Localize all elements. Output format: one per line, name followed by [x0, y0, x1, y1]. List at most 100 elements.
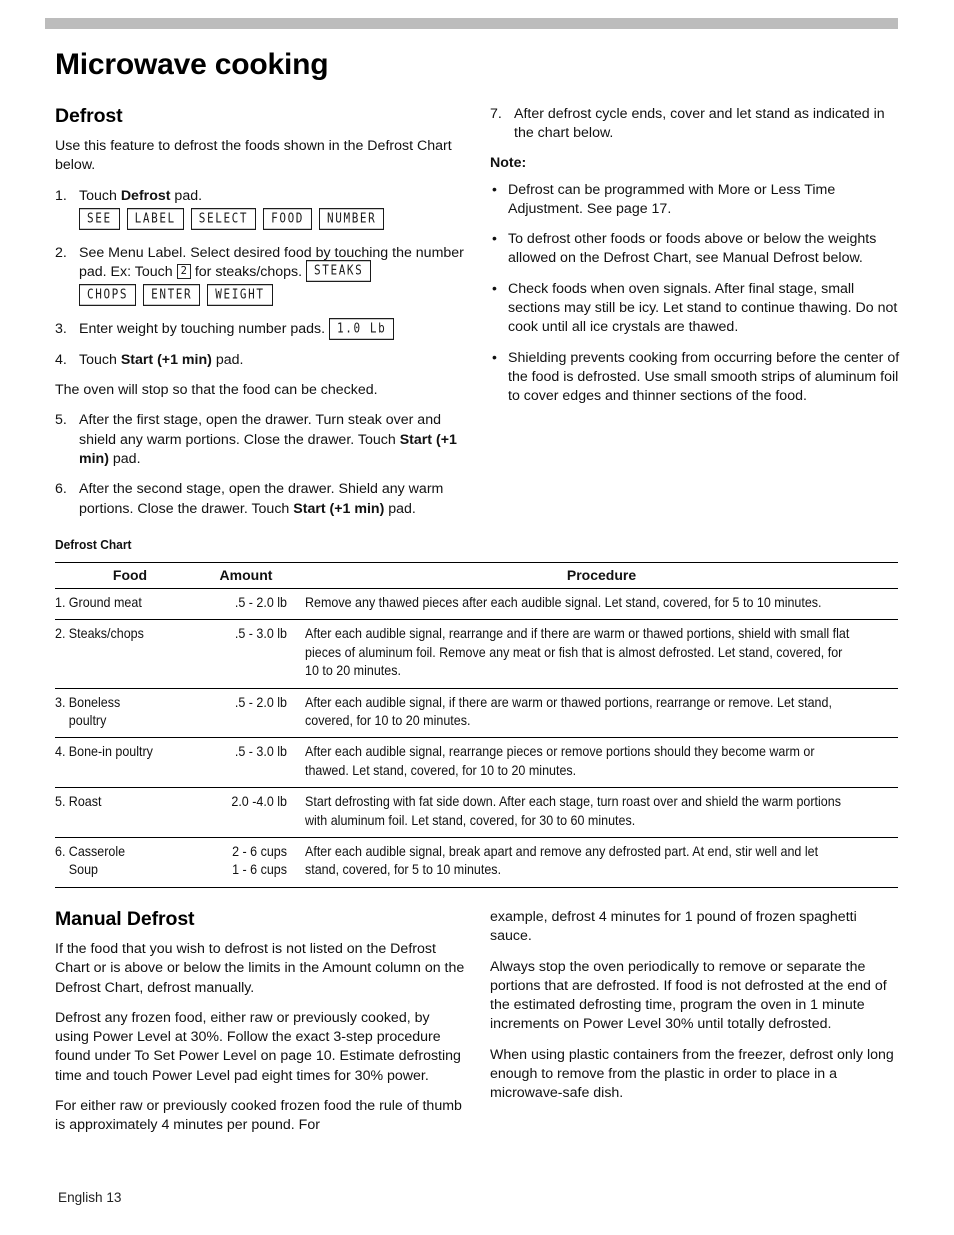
food-line: 1. Ground meat [55, 594, 193, 612]
amount-line: .5 - 2.0 lb [234, 595, 287, 610]
step-item-4: 4. Touch Start (+1 min) pad. [55, 351, 467, 370]
step-text-after: pad. [170, 187, 203, 204]
note-bullet-text: Defrost can be programmed with More or L… [508, 181, 836, 217]
manual-defrost-paragraph: When using plastic containers from the f… [490, 1046, 894, 1102]
lcd-display-row-2: CHOPS ENTER WEIGHT [79, 284, 467, 309]
page-title: Microwave cooking [55, 48, 329, 81]
cell-procedure: After each audible signal, break apart a… [287, 837, 898, 888]
column-header-procedure-label: Procedure [566, 567, 637, 583]
step-number: 7. [490, 106, 502, 122]
document-page: Microwave cooking Defrost Use this featu… [0, 0, 954, 1235]
amount-line: .5 - 3.0 lb [234, 744, 287, 760]
left-column: Defrost Use this feature to defrost the … [55, 105, 467, 530]
table-header: Food Amount Procedure [55, 562, 898, 589]
procedure-text: After each audible signal, rearrange and… [305, 626, 850, 679]
food-line-2: poultry [55, 712, 193, 730]
note-bullet-list: • Defrost can be programmed with More or… [490, 181, 902, 407]
food-line: 6. Casserole [55, 843, 193, 861]
manual-defrost-paragraph: If the food that you wish to defrost is … [55, 941, 465, 996]
column-header-amount: Amount [205, 562, 287, 589]
step-text-after: pad. [108, 450, 141, 467]
section-heading-manual-defrost: Manual Defrost [55, 908, 195, 930]
step-text-2: for steaks/chops. [194, 264, 303, 281]
food-name: Boneless [68, 694, 121, 710]
cell-food: 4. Bone-in poultry [55, 737, 205, 789]
cell-amount: 2.0 -4.0 lb [205, 787, 287, 839]
bullet-dot-icon: • [492, 180, 497, 197]
step-text: Touch [79, 351, 121, 368]
lcd-chip-weight-value: 1.0 Lb [329, 317, 395, 340]
note-bullet-text: Check foods when oven signals. After fin… [508, 280, 898, 336]
food-name: Casserole [68, 844, 126, 860]
cell-food: 1. Ground meat [55, 588, 205, 621]
cell-food: 5. Roast [55, 787, 205, 839]
row-number: 4. [55, 744, 66, 760]
step-item-5: 5. After the first stage, open the drawer… [55, 411, 467, 469]
step-number: 5. [55, 412, 67, 429]
note-bullet-text: To defrost other foods or foods above or… [508, 231, 877, 267]
defrost-steps-list: 1. Touch Defrost pad. SEE LABEL SELECT FOOD N… [55, 187, 467, 370]
column-header-food: Food [55, 562, 205, 589]
step-text-after: pad. [211, 351, 244, 368]
procedure-text: After each audible signal, rearrange pie… [305, 744, 815, 778]
table-row: 5. Roast 2.0 -4.0 lb Start defrosting wit… [55, 787, 898, 839]
note-heading: Note: [490, 154, 527, 171]
lcd-chip-chops: CHOPS [79, 284, 137, 307]
defrost-chart-title: Defrost Chart [55, 537, 132, 552]
cell-procedure: After each audible signal, if there are … [287, 688, 898, 739]
step-text: Enter weight by touching number pads. [79, 321, 326, 338]
step-item-7: 7. After defrost cycle ends, cover and le… [490, 105, 902, 144]
procedure-text: After each audible signal, break apart a… [305, 844, 819, 878]
note-bullet-item: • Check foods when oven signals. After f… [490, 280, 902, 338]
cell-amount: .5 - 2.0 lb [205, 688, 287, 739]
table-row: 3. Boneless poultry .5 - 2.0 lb After eac… [55, 688, 898, 739]
table-row: 4. Bone-in poultry .5 - 3.0 lb After each… [55, 737, 898, 789]
note-bullet-item: • Shielding prevents cooking from occurr… [490, 349, 902, 407]
lcd-display-row-1: SEE LABEL SELECT FOOD NUMBER [79, 207, 467, 233]
manual-defrost-paragraph: For either raw or previously cooked froz… [55, 1098, 462, 1134]
row-number: 3. [55, 694, 66, 710]
food-line: 3. Boneless [55, 694, 193, 712]
cell-food: 3. Boneless poultry [55, 688, 205, 739]
manual-defrost-paragraph: Defrost any frozen food, either raw or p… [55, 1009, 461, 1084]
bullet-dot-icon: • [492, 348, 497, 365]
manual-defrost-paragraph: Always stop the oven periodically to rem… [490, 958, 887, 1033]
cell-procedure: Start defrosting with fat side down. Aft… [287, 787, 898, 839]
food-name: Roast [68, 794, 102, 810]
keypad-glyph-2: 2 [176, 263, 191, 279]
cell-procedure: Remove any thawed pieces after each audi… [287, 588, 898, 621]
defrost-steps-list-cont: 5. After the first stage, open the drawer… [55, 411, 467, 518]
table-row: 2. Steaks/chops .5 - 3.0 lb After each au… [55, 619, 898, 689]
lcd-chip-label: LABEL [126, 207, 184, 230]
section-heading-defrost: Defrost [55, 105, 123, 127]
step-text: After the first stage, open the drawer. … [79, 412, 441, 448]
step-number: 6. [55, 481, 67, 498]
lcd-chip-number: NUMBER [319, 207, 385, 230]
lcd-chip-steaks: STEAKS [306, 260, 372, 283]
cell-amount: .5 - 2.0 lb [205, 588, 287, 621]
lcd-chip-weight: WEIGHT [207, 284, 273, 307]
lcd-chip-select: SELECT [190, 207, 257, 230]
lcd-chip-see: SEE [79, 207, 120, 230]
note-bullet-item: • Defrost can be programmed with More or… [490, 181, 902, 220]
row-number: 1. [55, 595, 66, 610]
cell-food: 6. Casserole Soup [55, 837, 205, 888]
step-item-6: 6. After the second stage, open the drawe… [55, 480, 467, 519]
step-number: 1. [55, 187, 67, 204]
amount-line: .5 - 2.0 lb [234, 694, 287, 710]
step-bold: Defrost [120, 187, 171, 204]
cell-procedure: After each audible signal, rearrange and… [287, 619, 898, 689]
page-footer: English 13 [58, 1190, 122, 1205]
note-bullet-item: • To defrost other foods or foods above … [490, 230, 902, 269]
step-bold: Start (+1 min) [293, 500, 385, 517]
food-line: 2. Steaks/chops [55, 625, 193, 643]
cell-amount: .5 - 3.0 lb [205, 619, 287, 689]
table-header-row: Food Amount Procedure [55, 562, 898, 589]
table-row: 6. Casserole Soup 2 - 6 cups 1 - 6 cups A… [55, 837, 898, 888]
step-bold: Start (+1 min) [120, 351, 212, 368]
amount-line: 2.0 -4.0 lb [231, 794, 287, 810]
manual-defrost-left-column: Manual Defrost If the food that you wish… [55, 908, 467, 1147]
bullet-dot-icon: • [492, 230, 497, 247]
column-header-procedure: Procedure [287, 562, 898, 589]
column-header-amount-label: Amount [219, 567, 273, 583]
